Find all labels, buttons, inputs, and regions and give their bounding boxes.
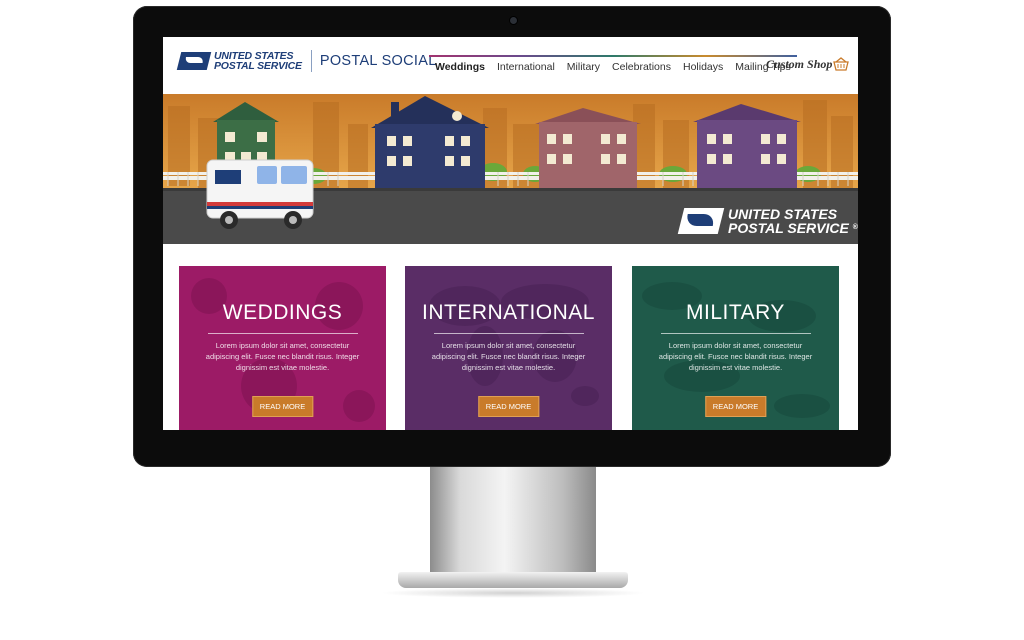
read-more-button[interactable]: READ MORE — [251, 396, 314, 417]
registered-mark: ® — [852, 224, 858, 231]
card-body: Lorem ipsum dolor sit amet, consectetur … — [205, 341, 360, 372]
site-header: UNITED STATES POSTAL SERVICE POSTAL SOCI… — [163, 37, 858, 94]
site-logo[interactable]: UNITED STATES POSTAL SERVICE POSTAL SOCI… — [176, 50, 437, 72]
card-military[interactable]: MILITARY Lorem ipsum dolor sit amet, con… — [632, 266, 839, 430]
eagle-logo-icon — [176, 52, 212, 70]
monitor-shadow — [380, 588, 646, 598]
basket-icon[interactable] — [833, 57, 849, 71]
nav-item-international[interactable]: International — [491, 59, 561, 75]
nav-item-weddings[interactable]: Weddings — [429, 59, 491, 75]
usps-brand-line-1: UNITED STATES — [728, 206, 838, 222]
nav-item-celebrations[interactable]: Celebrations — [606, 59, 677, 75]
camera-icon — [510, 17, 517, 24]
usps-brand-line-2: POSTAL SERVICE — [728, 220, 849, 236]
card-title: INTERNATIONAL — [422, 301, 595, 324]
site-name: POSTAL SOCIAL — [319, 53, 437, 69]
card-divider — [660, 333, 811, 334]
logo-divider — [310, 50, 312, 72]
card-divider — [207, 333, 358, 334]
hero-banner: UNITED STATES POSTAL SERVICE ® — [163, 94, 858, 244]
card-weddings[interactable]: WEDDINGS Lorem ipsum dolor sit amet, con… — [179, 266, 386, 430]
card-divider — [433, 333, 584, 334]
card-international[interactable]: INTERNATIONAL Lorem ipsum dolor sit amet… — [405, 266, 612, 430]
nav-item-military[interactable]: Military — [561, 59, 606, 75]
main-nav: Weddings International Military Celebrat… — [429, 55, 797, 75]
monitor-stand-neck — [430, 467, 596, 575]
nav-item-holidays[interactable]: Holidays — [677, 59, 729, 75]
usps-eagle-icon — [677, 208, 725, 234]
house-mauve — [535, 108, 641, 188]
card-body: Lorem ipsum dolor sit amet, consectetur … — [658, 341, 813, 372]
logo-wordmark: UNITED STATES POSTAL SERVICE — [214, 51, 302, 72]
category-cards: WEDDINGS Lorem ipsum dolor sit amet, con… — [163, 244, 858, 430]
card-title: MILITARY — [686, 301, 785, 324]
custom-shop-link[interactable]: Custom Shop — [766, 57, 832, 72]
read-more-button[interactable]: READ MORE — [704, 396, 767, 417]
usps-brand-mark: UNITED STATES POSTAL SERVICE ® — [677, 207, 858, 235]
monitor-stand-foot — [398, 572, 628, 588]
card-body: Lorem ipsum dolor sit amet, consectetur … — [431, 341, 586, 372]
logo-line-2: POSTAL SERVICE — [214, 60, 302, 72]
usps-wordmark: UNITED STATES POSTAL SERVICE ® — [728, 207, 858, 235]
browser-viewport: UNITED STATES POSTAL SERVICE POSTAL SOCI… — [163, 37, 858, 430]
card-title: WEDDINGS — [222, 301, 343, 324]
read-more-button[interactable]: READ MORE — [477, 396, 540, 417]
